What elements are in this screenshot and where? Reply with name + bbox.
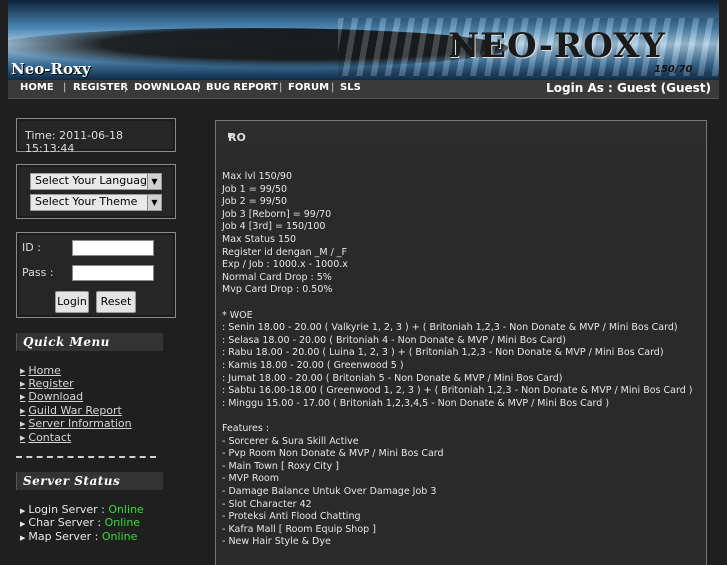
quick-menu-contact[interactable]: ▶ Contact (20, 431, 71, 444)
site-name: Neo-Roxy (11, 60, 91, 78)
status-value: Online (104, 516, 141, 529)
nav-sls[interactable]: SLS (340, 82, 361, 93)
theme-select[interactable]: Select Your Theme ▼ (30, 194, 162, 211)
quick-menu-label: Contact (28, 431, 72, 444)
server-time: Time: 2011-06-18 15:13:44 (25, 129, 124, 155)
message-line: : Minggu 15.00 - 17.00 ( Britoniah 1,2,3… (222, 397, 610, 409)
message-line: : Selasa 18.00 - 20.00 ( Britoniah 4 - N… (222, 334, 566, 346)
quick-menu-label: Guild War Report (28, 404, 122, 417)
arrow-bullet-icon: ▶ (20, 420, 26, 428)
quick-menu-guild-war-report[interactable]: ▶ Guild War Report (20, 404, 122, 417)
arrow-bullet-icon: ▶ (20, 507, 26, 515)
char-server-status: ▶ Char Server : Online (20, 516, 140, 529)
quick-menu-home[interactable]: ▶ Home (20, 364, 61, 377)
nav-home[interactable]: HOME (20, 82, 54, 93)
status-value: Online (101, 530, 138, 543)
arrow-bullet-icon: ▶ (20, 534, 26, 542)
message-line: - Damage Balance Untuk Over Damage Job 3 (222, 486, 437, 497)
quick-menu-label: Download (28, 390, 84, 403)
login-server-status: ▶ Login Server : Online (20, 503, 144, 516)
arrow-bullet-icon: ▶ (20, 434, 26, 442)
message-line: : Jumat 18.00 - 20.00 ( Britoniah 5 - No… (222, 372, 563, 384)
message-line: Mvp Card Drop : 0.50% (222, 284, 333, 296)
reset-button[interactable]: Reset (96, 291, 136, 313)
chevron-down-icon[interactable]: ▼ (147, 174, 161, 189)
nav-separator: | (331, 82, 335, 93)
quick-menu-server-information[interactable]: ▶ Server Information (20, 417, 132, 430)
header-banner: NEO-ROXY Neo-Roxy 150/70 (8, 0, 719, 80)
language-select-value: Select Your Languag (35, 174, 147, 187)
arrow-bullet-icon: ▶ (20, 367, 26, 375)
message-line: - New Hair Style & Dye (222, 536, 331, 548)
message-line: - Slot Character 42 (222, 498, 312, 510)
quick-menu-register[interactable]: ▶ Register (20, 377, 74, 390)
message-line: - MVP Room (222, 473, 279, 485)
content-header: ▶RO Message (215, 120, 707, 157)
status-value: Online (108, 503, 144, 516)
password-label: Pass : (22, 266, 54, 279)
nav-forum[interactable]: FORUM (288, 82, 329, 93)
quick-menu-label: Register (28, 377, 74, 390)
arrow-bullet-icon: ▶ (20, 393, 26, 401)
message-line: : Kamis 18.00 - 20.00 ( Greenwood 5 ) (222, 360, 404, 371)
preferences-box: Select Your Languag ▼ Select Your Theme … (16, 164, 176, 219)
id-input[interactable] (72, 240, 154, 256)
quick-menu-heading: Quick Menu (16, 333, 163, 351)
password-input[interactable] (72, 265, 154, 281)
content-body: Max lvl 150/90 Job 1 = 99/50 Job 2 = 99/50… (215, 145, 707, 565)
message-line: Normal Card Drop : 5% (222, 271, 332, 283)
message-line: - Kafra Mall [ Room Equip Shop ] (222, 523, 376, 535)
language-select[interactable]: Select Your Languag ▼ (30, 173, 162, 190)
nav-bar: HOME | REGISTER | DOWNLOAD | BUG REPORT … (8, 80, 719, 99)
message-line: Features : (222, 423, 270, 434)
login-button[interactable]: Login (55, 291, 89, 313)
message-line: Job 4 [3rd] = 150/100 (222, 221, 326, 233)
status-label: Login Server : (28, 503, 105, 516)
divider (16, 456, 156, 458)
arrow-bullet-icon: ▶ (20, 520, 26, 528)
message-line: : Sabtu 16.00-18.00 ( Greenwood 1, 2, 3 … (222, 385, 693, 397)
message-line: Max lvl 150/90 (222, 171, 293, 182)
quick-menu-label: Server Information (28, 417, 132, 430)
arrow-bullet-icon: ▶ (20, 380, 26, 388)
message-line: Max Status 150 (222, 234, 297, 245)
message-line: Register id dengan _M / _F (222, 246, 348, 258)
login-status: Login As : Guest (Guest) (546, 81, 711, 95)
message-line: - Pvp Room Non Donate & MVP / Mini Bos C… (222, 448, 444, 460)
message-line: Exp / Job : 1000.x - 1000.x (222, 259, 348, 271)
quick-menu-download[interactable]: ▶ Download (20, 390, 83, 403)
map-server-status: ▶ Map Server : Online (20, 530, 137, 543)
chevron-down-icon[interactable]: ▼ (147, 195, 161, 210)
message-line: : Rabu 18.00 - 20.00 ( Luina 1, 2, 3 ) +… (222, 347, 664, 359)
theme-select-value: Select Your Theme (35, 195, 138, 208)
nav-bug-report[interactable]: BUG REPORT (206, 82, 278, 93)
id-label: ID : (22, 241, 41, 254)
arrow-bullet-icon: ▶ (20, 407, 26, 415)
message-line: * WOE (222, 309, 253, 321)
nav-separator: | (124, 82, 128, 93)
message-line: Job 3 [Reborn] = 99/70 (222, 208, 332, 220)
message-line: - Sorcerer & Sura Skill Active (222, 435, 359, 447)
nav-separator: | (63, 82, 67, 93)
message-line: - Proteksi Anti Flood Chatting (222, 511, 361, 523)
status-label: Map Server : (28, 530, 99, 543)
nav-download[interactable]: DOWNLOAD (134, 82, 201, 93)
server-rate: 150/70 (654, 64, 693, 75)
login-box: ID : Pass : Login Reset (16, 232, 176, 318)
nav-register[interactable]: REGISTER (73, 82, 128, 93)
server-time-box: Time: 2011-06-18 15:13:44 (16, 118, 176, 155)
message-line: Job 1 = 99/50 (222, 183, 288, 195)
banner-logo: NEO-ROXY (448, 26, 666, 66)
quick-menu-label: Home (28, 364, 61, 377)
message-line: Job 2 = 99/50 (222, 196, 288, 208)
message-line: : Senin 18.00 - 20.00 ( Valkyrie 1, 2, 3… (222, 322, 678, 334)
nav-separator: | (279, 82, 283, 93)
message-line: - Main Town [ Roxy City ] (222, 460, 339, 472)
server-status-heading: Server Status (16, 472, 163, 490)
nav-separator: | (197, 82, 201, 93)
status-label: Char Server : (28, 516, 102, 529)
